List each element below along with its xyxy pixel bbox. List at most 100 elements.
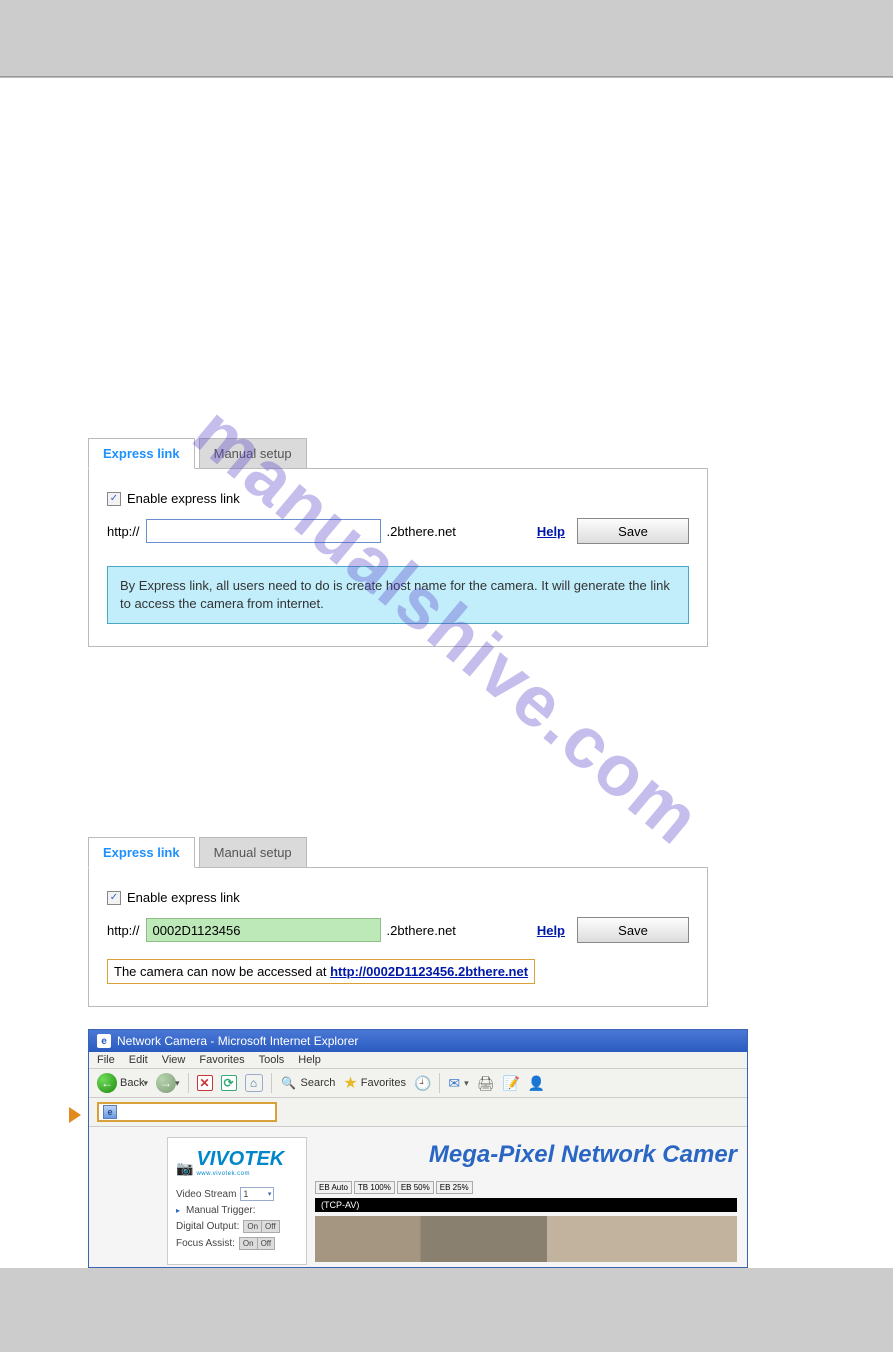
tab-express-link[interactable]: Express link xyxy=(88,837,195,868)
tab-manual-setup[interactable]: Manual setup xyxy=(199,837,307,867)
focus-assist-toggle[interactable]: OnOff xyxy=(239,1237,275,1250)
menu-tools[interactable]: Tools xyxy=(259,1054,285,1066)
digital-output-row: Digital Output: OnOff xyxy=(176,1220,298,1233)
footer-bar xyxy=(0,1268,893,1352)
express-link-panel-1: Express link Manual setup ✓ Enable expre… xyxy=(88,438,708,647)
domain-suffix-label: .2bthere.net xyxy=(387,923,456,938)
manual-trigger-label: Manual Trigger: xyxy=(186,1205,255,1216)
search-button[interactable]: 🔍 Search xyxy=(280,1074,336,1092)
view-modes: EB Auto TB 100% EB 50% EB 25% xyxy=(315,1181,737,1194)
mail-icon[interactable]: ✉ xyxy=(448,1075,460,1092)
star-icon: ★ xyxy=(343,1073,357,1093)
enable-express-link-checkbox[interactable]: ✓ xyxy=(107,891,121,905)
history-icon[interactable]: 🕘 xyxy=(414,1075,431,1092)
search-icon: 🔍 xyxy=(280,1074,298,1092)
video-stream-label: Video Stream xyxy=(176,1189,236,1200)
menu-help[interactable]: Help xyxy=(298,1054,321,1066)
menu-view[interactable]: View xyxy=(162,1054,186,1066)
chevron-down-icon: ▾ xyxy=(143,1078,148,1089)
status-text: The camera can now be accessed at xyxy=(114,964,330,979)
chevron-down-icon: ▾ xyxy=(464,1078,469,1089)
chevron-right-icon: ▸ xyxy=(176,1206,180,1215)
help-link[interactable]: Help xyxy=(537,524,565,539)
mode-button[interactable]: TB 100% xyxy=(354,1181,395,1194)
video-frame xyxy=(315,1216,737,1262)
hostname-input[interactable] xyxy=(146,519,381,543)
forward-icon: → xyxy=(156,1073,176,1093)
favorites-button[interactable]: ★ Favorites xyxy=(343,1073,406,1093)
logo-subtext: www.vivotek.com xyxy=(196,1171,284,1177)
video-stream-row: Video Stream 1▾ xyxy=(176,1187,298,1201)
protocol-label: http:// xyxy=(107,524,140,539)
window-title: Network Camera - Microsoft Internet Expl… xyxy=(117,1034,358,1048)
mode-button[interactable]: EB 25% xyxy=(436,1181,473,1194)
enable-row: ✓ Enable express link xyxy=(107,491,689,506)
page-icon: e xyxy=(103,1105,117,1119)
info-box: By Express link, all users need to do is… xyxy=(107,566,689,624)
focus-assist-row: Focus Assist: OnOff xyxy=(176,1237,298,1250)
menu-favorites[interactable]: Favorites xyxy=(199,1054,244,1066)
stop-icon[interactable]: ✕ xyxy=(197,1075,213,1091)
browser-window: e Network Camera - Microsoft Internet Ex… xyxy=(88,1029,748,1268)
menu-edit[interactable]: Edit xyxy=(129,1054,148,1066)
video-stream-select[interactable]: 1▾ xyxy=(240,1187,274,1201)
menu-file[interactable]: File xyxy=(97,1054,115,1066)
status-line: The camera can now be accessed at http:/… xyxy=(107,955,689,984)
manual-trigger-row: ▸ Manual Trigger: xyxy=(176,1205,298,1216)
digital-output-toggle[interactable]: OnOff xyxy=(243,1220,279,1233)
browser-titlebar: e Network Camera - Microsoft Internet Ex… xyxy=(89,1030,747,1052)
hostname-input[interactable] xyxy=(146,918,381,942)
messenger-icon[interactable]: 👤 xyxy=(528,1075,545,1092)
print-icon[interactable]: 🖨 xyxy=(477,1075,495,1092)
focus-assist-label: Focus Assist: xyxy=(176,1238,235,1249)
save-button[interactable]: Save xyxy=(577,518,689,544)
toolbar: ← Back ▾ → ▾ ✕ ⟳ ⌂ 🔍 Search ★ Favorites … xyxy=(89,1069,747,1098)
menubar: File Edit View Favorites Tools Help xyxy=(89,1052,747,1069)
ie-icon: e xyxy=(97,1034,111,1048)
protocol-label: http:// xyxy=(107,923,140,938)
digital-output-label: Digital Output: xyxy=(176,1221,239,1232)
logo: 📷 VIVOTEK www.vivotek.com xyxy=(176,1148,298,1177)
content-area: 📷 VIVOTEK www.vivotek.com Video Stream 1… xyxy=(89,1127,747,1267)
search-label: Search xyxy=(301,1077,336,1089)
side-control-panel: 📷 VIVOTEK www.vivotek.com Video Stream 1… xyxy=(167,1137,307,1265)
address-bar-row: e xyxy=(89,1098,747,1127)
mode-button[interactable]: EB 50% xyxy=(397,1181,434,1194)
enable-express-link-checkbox[interactable]: ✓ xyxy=(107,492,121,506)
edit-icon[interactable]: 📝 xyxy=(502,1075,519,1092)
tabs-row: Express link Manual setup xyxy=(88,837,708,867)
video-info-bar: (TCP-AV) xyxy=(315,1198,737,1212)
save-button[interactable]: Save xyxy=(577,917,689,943)
mode-button[interactable]: EB Auto xyxy=(315,1181,352,1194)
header-bar xyxy=(0,0,893,77)
refresh-icon[interactable]: ⟳ xyxy=(221,1075,237,1091)
back-label: Back xyxy=(120,1077,144,1089)
back-button[interactable]: ← Back ▾ xyxy=(97,1073,148,1093)
help-link[interactable]: Help xyxy=(537,923,565,938)
tab-express-link[interactable]: Express link xyxy=(88,438,195,469)
tab-manual-setup[interactable]: Manual setup xyxy=(199,438,307,468)
enable-express-link-label: Enable express link xyxy=(127,491,240,506)
main-view-panel: Mega-Pixel Network Camer EB Auto TB 100%… xyxy=(315,1137,737,1262)
access-url-link[interactable]: http://0002D1123456.2bthere.net xyxy=(330,964,528,979)
tab-body: ✓ Enable express link http:// .2bthere.n… xyxy=(88,867,708,1007)
toolbar-separator xyxy=(188,1073,189,1093)
hostname-row: http:// .2bthere.net Help Save xyxy=(107,917,689,943)
hostname-row: http:// .2bthere.net Help Save xyxy=(107,518,689,544)
enable-row: ✓ Enable express link xyxy=(107,890,689,905)
tabs-row: Express link Manual setup xyxy=(88,438,708,468)
address-input[interactable]: e xyxy=(97,1102,277,1122)
enable-express-link-label: Enable express link xyxy=(127,890,240,905)
logo-text: VIVOTEK xyxy=(196,1148,284,1171)
express-link-panel-2: Express link Manual setup ✓ Enable expre… xyxy=(88,837,708,1007)
domain-suffix-label: .2bthere.net xyxy=(387,524,456,539)
page-heading: Mega-Pixel Network Camer xyxy=(315,1137,737,1177)
back-icon: ← xyxy=(97,1073,117,1093)
toolbar-separator xyxy=(439,1073,440,1093)
tab-body: ✓ Enable express link http:// .2bthere.n… xyxy=(88,468,708,647)
home-icon[interactable]: ⌂ xyxy=(245,1074,263,1092)
forward-button[interactable]: → ▾ xyxy=(156,1073,180,1093)
status-highlight: The camera can now be accessed at http:/… xyxy=(107,959,535,984)
toolbar-separator xyxy=(271,1073,272,1093)
favorites-label: Favorites xyxy=(361,1077,406,1089)
